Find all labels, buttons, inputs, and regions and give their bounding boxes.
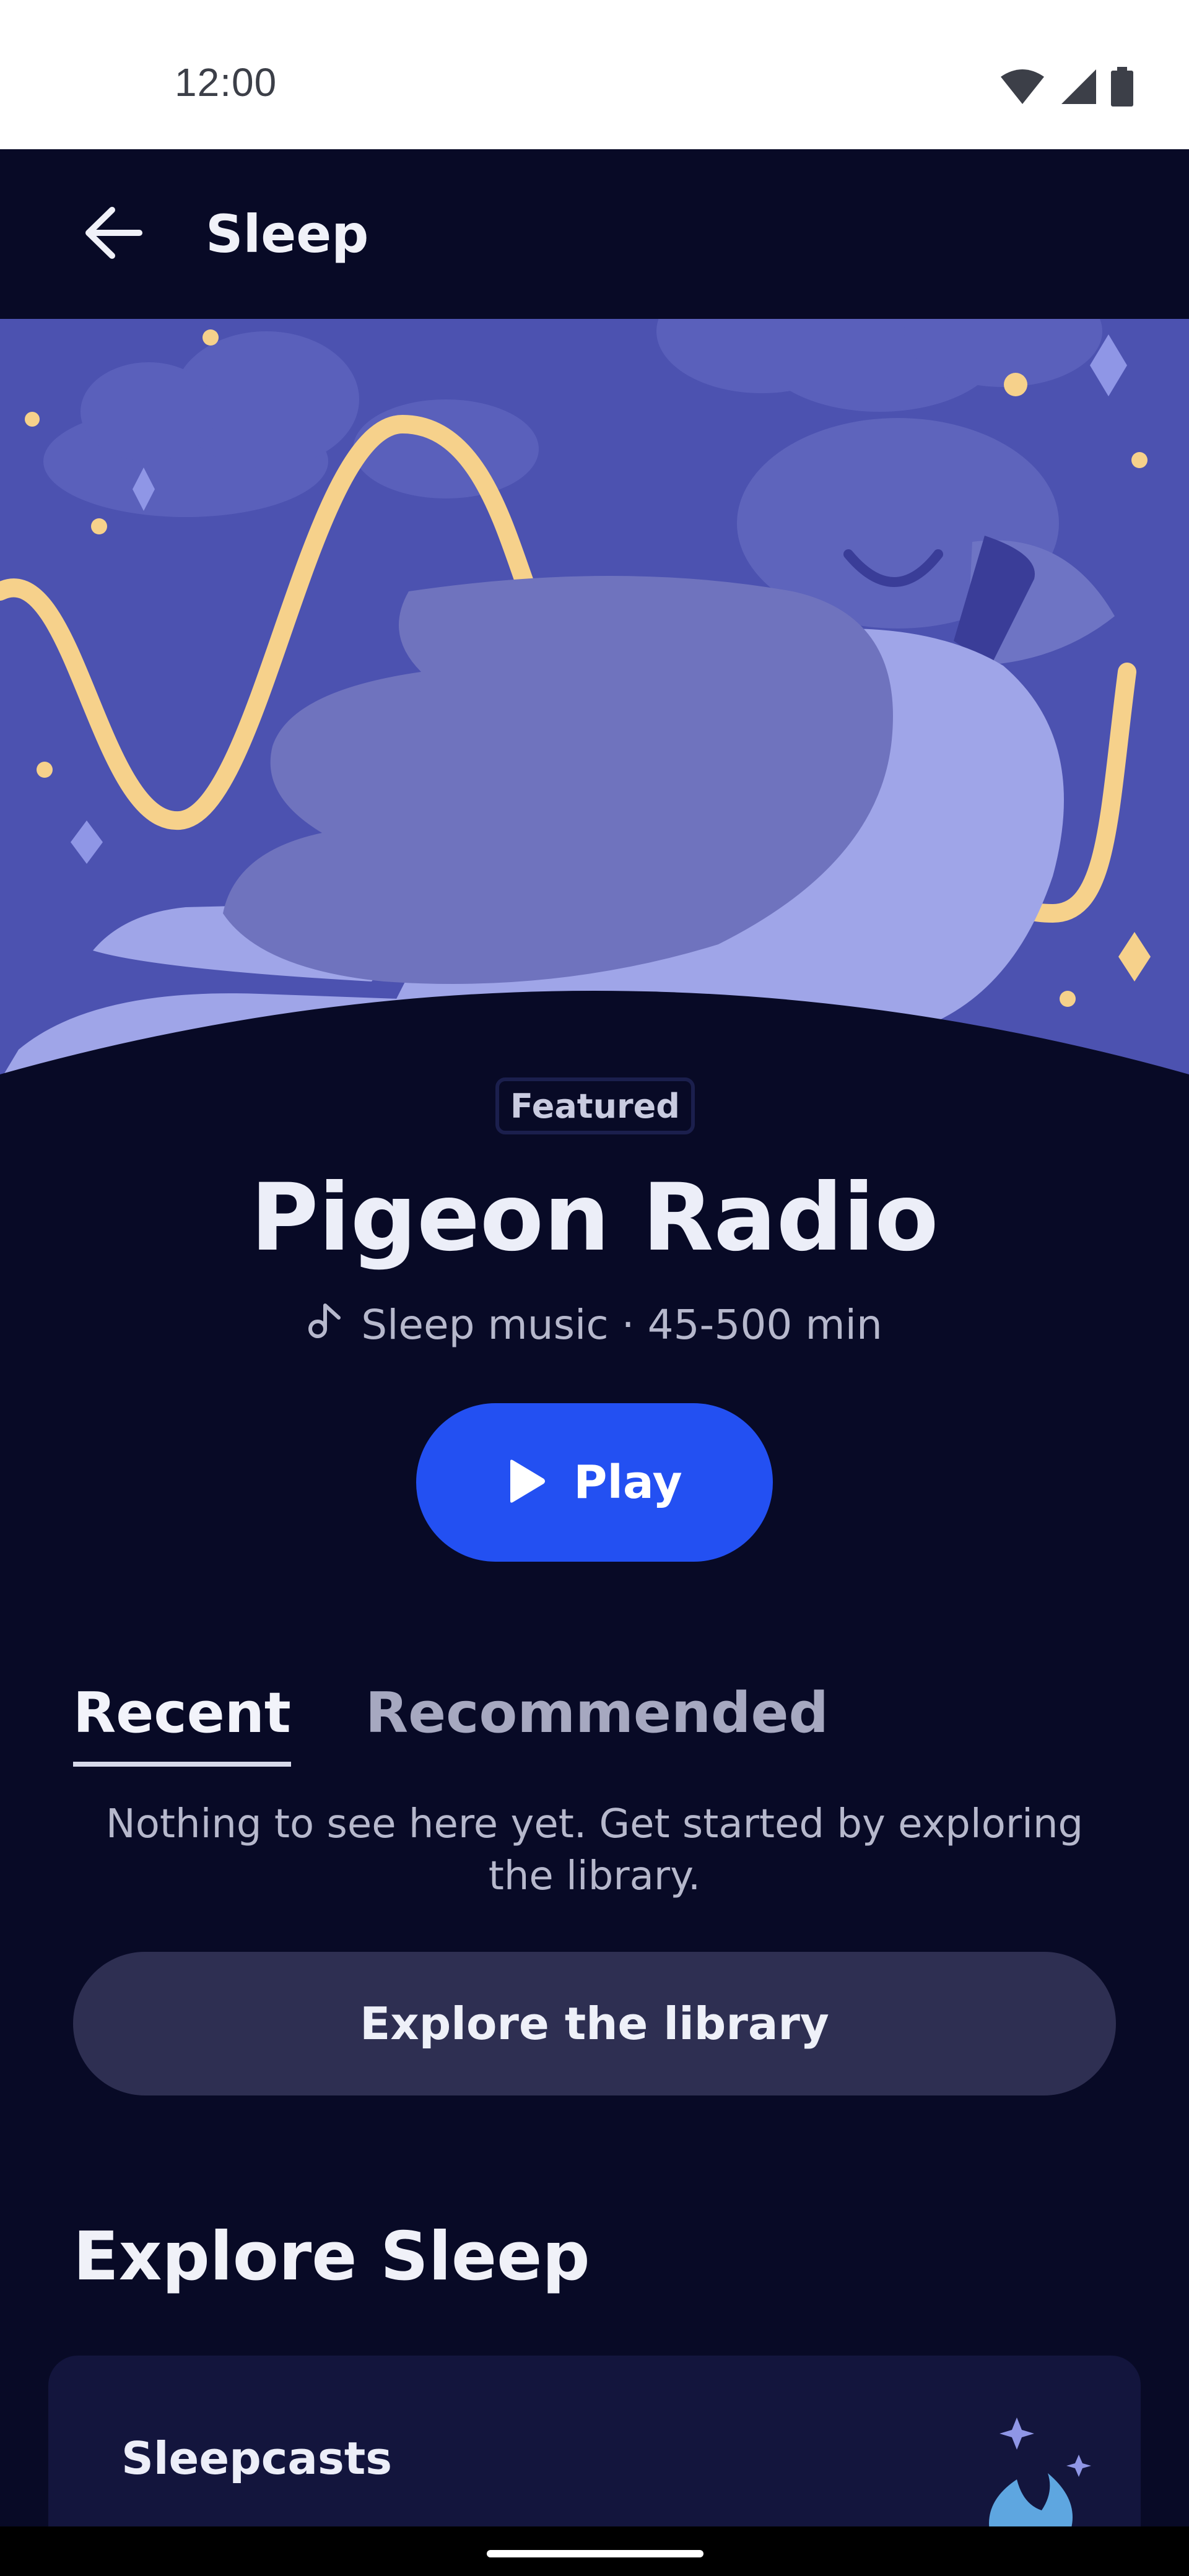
play-button[interactable]: Play [416,1403,773,1562]
empty-state-message: Nothing to see here yet. Get started by … [105,1801,1084,1899]
featured-badge: Featured [495,1077,695,1134]
featured-meta: Sleep music · 45-500 min [0,1299,1189,1350]
battery-icon [1111,67,1133,109]
play-icon [507,1459,546,1506]
music-note-icon [307,1299,347,1350]
card-title: Sleepcasts [121,2432,393,2484]
app-bar: Sleep [0,149,1189,319]
wifi-icon [1000,68,1045,108]
status-icons [1000,67,1133,109]
featured-meta-text: Sleep music · 45-500 min [361,1300,882,1349]
home-gesture-handle[interactable] [487,2550,703,2557]
cellular-signal-icon [1059,68,1097,108]
flame-illustration [943,2380,1104,2544]
explore-library-button[interactable]: Explore the library [73,1952,1116,2095]
status-time: 12:00 [175,60,277,105]
page-title: Sleep [206,204,369,264]
featured-title: Pigeon Radio [250,1164,939,1272]
arrow-back-icon [82,205,144,263]
tab-recommended[interactable]: Recommended [365,1681,829,1767]
explore-section-title: Explore Sleep [73,2218,590,2295]
hero-illustration [0,319,1189,1081]
tab-recent[interactable]: Recent [73,1681,291,1767]
status-bar: 12:00 [0,0,1189,149]
sleeping-pigeon-illustration [0,319,1189,1081]
system-nav-bar [0,2526,1189,2576]
tab-bar: Recent Recommended [73,1681,829,1767]
back-button[interactable] [73,194,154,274]
play-button-label: Play [573,1456,682,1509]
